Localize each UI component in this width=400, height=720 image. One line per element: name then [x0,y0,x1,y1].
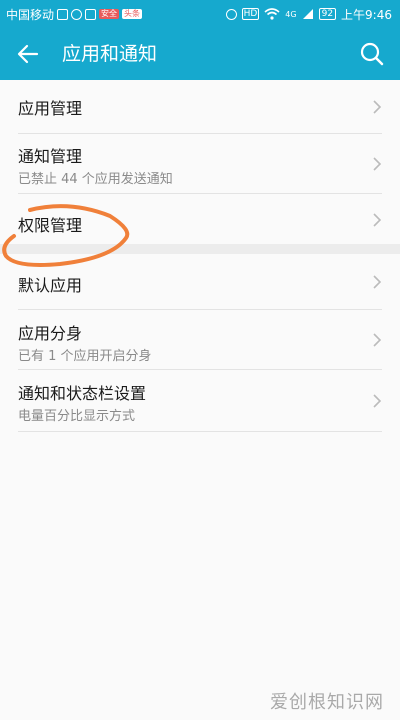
search-icon [360,42,384,66]
hd-indicator: HD [241,8,260,20]
app-notification-icon [57,8,69,20]
back-button[interactable] [10,36,46,72]
app-bar: 应用和通知 [0,28,400,80]
setting-subtitle: 已有 1 个应用开启分身 [18,349,152,364]
setting-title: 默认应用 [18,276,83,295]
divider [18,431,382,432]
arrow-left-icon [17,44,39,64]
chevron-right-icon [373,157,382,171]
section-divider [0,244,400,254]
setting-default-apps[interactable]: 默认应用 [0,254,400,310]
clock: 上午9:46 [341,7,392,22]
alarm-icon [225,8,237,20]
setting-app-twin[interactable]: 应用分身 已有 1 个应用开启分身 [0,310,400,370]
setting-title: 应用管理 [18,99,83,118]
chevron-right-icon [373,394,382,408]
setting-app-management[interactable]: 应用管理 [0,80,400,134]
chevron-right-icon [373,100,382,114]
setting-title: 应用分身 [18,324,83,343]
search-button[interactable] [354,36,390,72]
signal-icon [302,9,313,19]
app-notification-icon [71,8,83,20]
setting-notification-management[interactable]: 通知管理 已禁止 44 个应用发送通知 [0,134,400,194]
setting-title: 权限管理 [18,216,83,235]
chevron-right-icon [373,213,382,227]
watermark: 爱创根知识网 [270,692,384,713]
wifi-icon [264,8,280,20]
page-title: 应用和通知 [62,43,158,65]
app-notification-badge: 头条 [122,9,143,19]
setting-permission-management[interactable]: 权限管理 [0,194,400,244]
carrier-label: 中国移动 [6,7,55,22]
network-type: 4G [285,9,297,19]
setting-title: 通知管理 [18,147,83,166]
setting-notification-statusbar[interactable]: 通知和状态栏设置 电量百分比显示方式 [0,370,400,432]
app-notification-badge: 安全 [99,9,120,19]
chevron-right-icon [373,333,382,347]
setting-title: 通知和状态栏设置 [18,384,147,403]
settings-group-2: 默认应用 应用分身 已有 1 个应用开启分身 通知和状态栏设置 电量百分比显示方… [0,254,400,432]
status-bar: 中国移动 安全 头条 HD 4G 92 上午9:46 [0,0,400,28]
settings-group-1: 应用管理 通知管理 已禁止 44 个应用发送通知 权限管理 [0,80,400,244]
chevron-right-icon [373,275,382,289]
setting-subtitle: 已禁止 44 个应用发送通知 [18,172,173,187]
battery-indicator: 92 [318,8,337,20]
setting-subtitle: 电量百分比显示方式 [18,409,136,424]
app-notification-icon [85,8,97,20]
